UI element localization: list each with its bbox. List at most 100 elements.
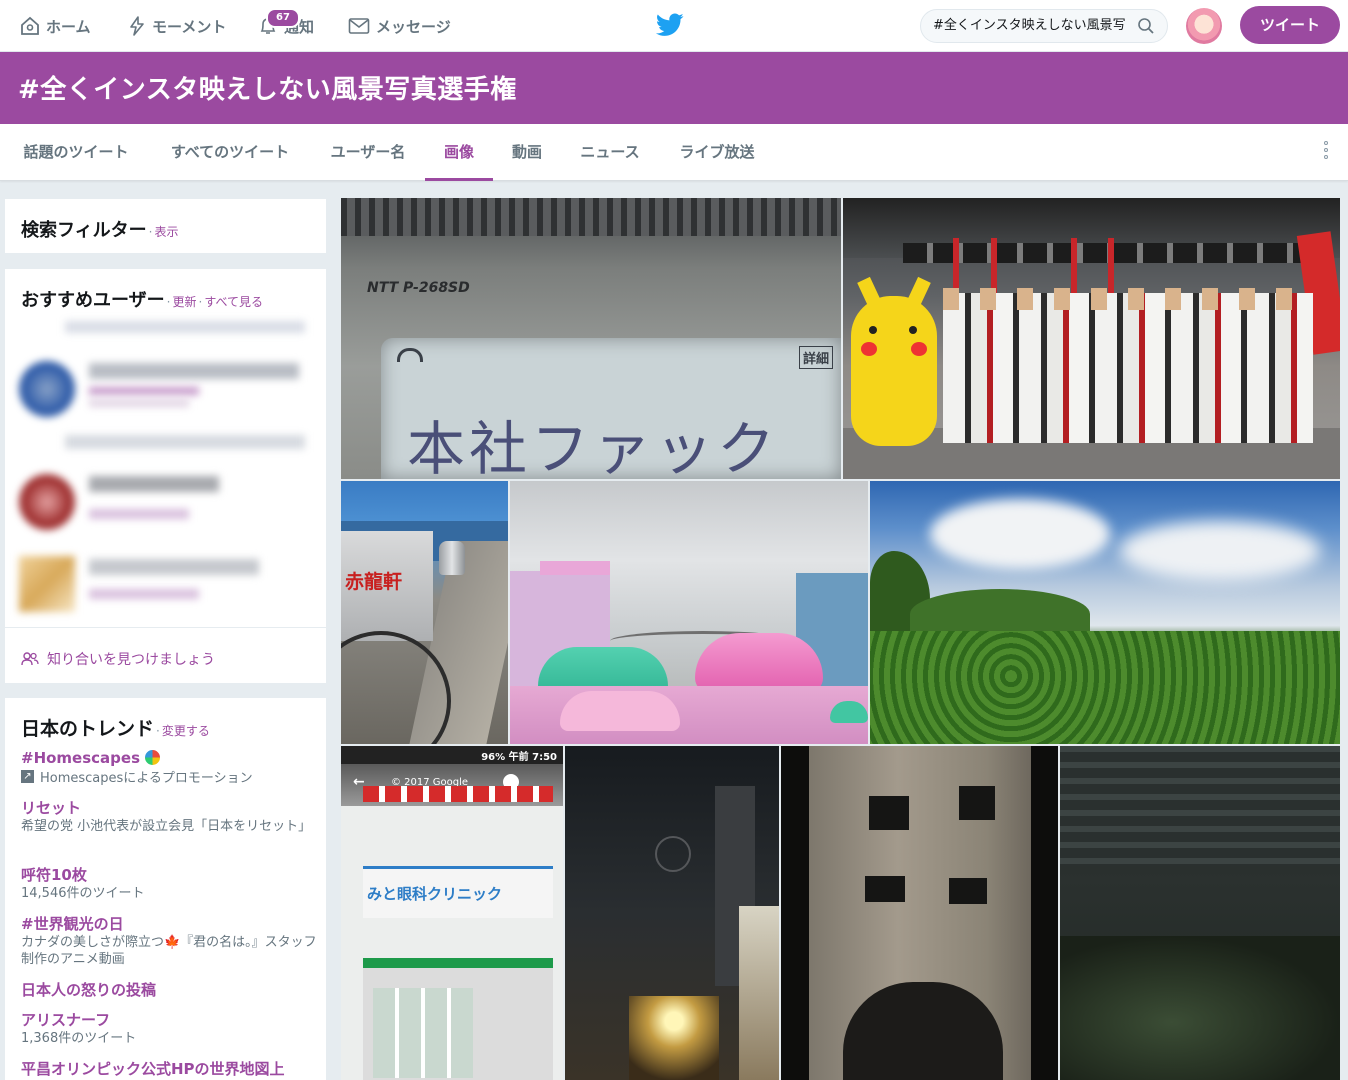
top-navigation-bar: ホーム モーメント 通知 67 メッセージ #全くインスタ映えしない風景写 ツイ… xyxy=(0,0,1348,52)
nav-messages[interactable]: メッセージ xyxy=(348,0,451,52)
search-tabs: 話題のツイート すべてのツイート ユーザー名 画像 動画 ニュース ライブ放送 xyxy=(0,124,1348,181)
tab-live[interactable]: ライブ放送 xyxy=(677,124,757,181)
trends-card: 日本のトレンド · 変更する #Homescapes ↗ Homescapesによるプ… xyxy=(4,697,327,1080)
fax-screen-text: 本社ファック xyxy=(407,415,780,479)
photo-dark-building[interactable] xyxy=(1060,746,1340,1080)
clinic-signboard: みと眼科クリニック xyxy=(363,866,553,918)
trend-name: 日本人の怒りの投稿 xyxy=(21,981,157,999)
photo-detail xyxy=(655,836,691,872)
tab-videos[interactable]: 動画 xyxy=(508,124,546,181)
trend-item[interactable]: 呼符10枚 14,546件のツイート xyxy=(21,864,321,902)
user-avatar[interactable] xyxy=(1186,8,1222,44)
trend-name: #世界観光の日 xyxy=(21,915,124,933)
tab-users[interactable]: ユーザー名 xyxy=(327,124,409,181)
who-to-follow-card: おすすめユーザー · 更新 · すべて見る 知り合いを見つけましょう xyxy=(4,268,327,684)
photo-themepark[interactable] xyxy=(510,481,868,744)
fax-screen: 本社ファック 詳細 xyxy=(381,338,841,479)
kettle xyxy=(439,541,465,575)
photo-streetview-clinic[interactable]: 96% 午前 7:50 ← © 2017 Google みと眼科クリニック xyxy=(341,746,563,1080)
blurred-text xyxy=(89,476,219,492)
photo-detail xyxy=(363,958,553,1080)
refresh-link[interactable]: 更新 xyxy=(172,295,196,309)
nav-home[interactable]: ホーム xyxy=(20,0,91,52)
photo-detail xyxy=(739,906,779,1080)
search-header-banner: #全くインスタ映えしない風景写真選手権 xyxy=(0,52,1348,124)
people-group xyxy=(943,293,1313,443)
search-filter-title: 検索フィルター xyxy=(21,220,147,241)
blurred-text xyxy=(89,589,199,599)
promoted-label: ↗ Homescapesによるプロモーション xyxy=(21,767,321,786)
photo-fax-display[interactable]: NTT P-268SD 本社ファック 詳細 xyxy=(341,198,841,479)
trend-name-text: #Homescapes xyxy=(21,749,141,767)
avatar xyxy=(19,361,75,417)
photo-detail xyxy=(909,326,917,334)
trend-desc: カナダの美しさが際立つ🍁『君の名は。』スタッフ制作のアニメ動画 xyxy=(21,935,317,967)
trend-desc: 14,546件のツイート xyxy=(21,886,145,901)
photo-detail xyxy=(911,342,927,356)
concrete-tower xyxy=(809,746,1031,1080)
search-filter-show-link[interactable]: 表示 xyxy=(154,225,178,239)
trends-change-link[interactable]: 変更する xyxy=(162,724,210,738)
nav-messages-label: メッセージ xyxy=(376,17,451,36)
trend-item[interactable]: リセット 希望の党 小池代表が設立会見「日本をリセット」 xyxy=(21,797,321,835)
trend-item[interactable]: 平昌オリンピック公式HPの世界地図上 xyxy=(21,1058,321,1079)
nav-moments-label: モーメント xyxy=(152,17,227,36)
trend-item[interactable]: #Homescapes ↗ Homescapesによるプロモーション xyxy=(21,749,321,786)
phone-status-text: 96% 午前 7:50 xyxy=(481,752,557,763)
photo-concrete-ruin[interactable] xyxy=(781,746,1058,1080)
tab-all-tweets[interactable]: すべてのツイート xyxy=(166,124,294,181)
photo-detail xyxy=(629,996,719,1080)
photo-bicycle-cart[interactable]: 赤龍軒 xyxy=(341,481,508,744)
nav-moments[interactable]: モーメント xyxy=(128,0,226,52)
tweet-button[interactable]: ツイート xyxy=(1240,6,1340,44)
photo-detail xyxy=(1060,746,1340,866)
photo-detail xyxy=(843,982,1003,1080)
photo-detail xyxy=(930,499,1110,569)
page-title: #全くインスタ映えしない風景写真選手権 xyxy=(18,75,517,105)
blurred-text xyxy=(89,559,259,575)
pikachu-costume xyxy=(851,276,937,446)
trend-name: アリスナーフ xyxy=(21,1011,111,1029)
trend-item[interactable]: 日本人の怒りの投稿 xyxy=(21,979,321,1000)
search-filter-card: 検索フィルター · 表示 xyxy=(4,198,327,254)
trend-item[interactable]: アリスナーフ 1,368件のツイート xyxy=(21,1009,321,1047)
avatar xyxy=(19,474,75,530)
photo-detail xyxy=(363,786,553,802)
photo-detail xyxy=(560,691,680,731)
trend-name: リセット xyxy=(21,799,82,817)
fax-side-button: 詳細 xyxy=(799,346,834,369)
photo-detail xyxy=(341,198,841,236)
phone-handset-icon xyxy=(397,348,423,362)
search-icon[interactable] xyxy=(1137,17,1155,35)
photo-detail xyxy=(857,276,887,320)
find-friends-label: 知り合いを見つけましょう xyxy=(47,652,215,668)
trend-item[interactable]: #世界観光の日 カナダの美しさが際立つ🍁『君の名は。』スタッフ制作のアニメ動画 xyxy=(21,913,321,968)
homescapes-emoji-icon xyxy=(145,750,161,765)
search-input[interactable]: #全くインスタ映えしない風景写 xyxy=(920,9,1168,43)
photo-detail xyxy=(865,876,905,902)
photo-pikachu-event[interactable] xyxy=(843,198,1340,479)
avatar xyxy=(19,556,75,612)
blurred-text xyxy=(89,387,199,395)
who-to-follow-heading: おすすめユーザー · 更新 · すべて見る xyxy=(21,290,263,311)
search-filter-heading: 検索フィルター · 表示 xyxy=(21,220,179,241)
more-options-icon[interactable] xyxy=(1320,138,1332,166)
tab-images[interactable]: 画像 xyxy=(425,124,493,181)
find-friends-link[interactable]: 知り合いを見つけましょう xyxy=(21,649,215,669)
blurred-text xyxy=(65,321,305,333)
photo-detail xyxy=(373,988,473,1078)
trends-heading: 日本のトレンド · 変更する xyxy=(21,718,210,740)
trend-desc: 希望の党 小池代表が設立会見「日本をリセット」 xyxy=(21,819,312,834)
view-all-link[interactable]: すべて見る xyxy=(204,295,263,309)
fax-model-label: NTT P-268SD xyxy=(367,280,470,296)
photo-green-field[interactable] xyxy=(870,481,1340,744)
photo-night-street[interactable] xyxy=(565,746,779,1080)
tab-top-tweets[interactable]: 話題のツイート xyxy=(20,124,132,181)
cart-sign: 赤龍軒 xyxy=(345,571,403,593)
photo-detail xyxy=(901,276,931,320)
tab-news[interactable]: ニュース xyxy=(577,124,643,181)
phone-status-bar: 96% 午前 7:50 xyxy=(341,746,563,764)
photo-detail xyxy=(870,631,1340,744)
photo-detail xyxy=(943,288,1313,310)
twitter-bird-icon[interactable] xyxy=(656,12,684,38)
